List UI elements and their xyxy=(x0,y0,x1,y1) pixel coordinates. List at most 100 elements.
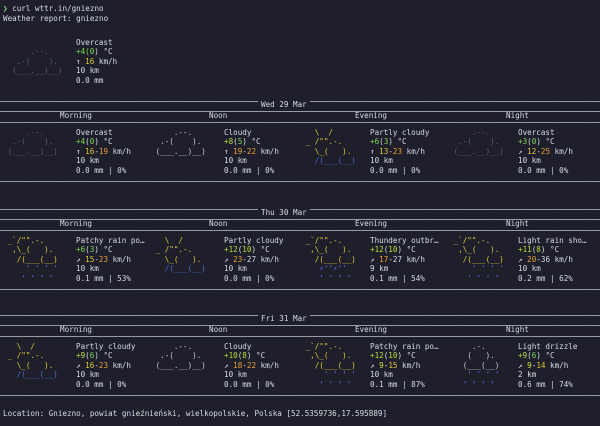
temp-feel: 3 xyxy=(89,245,95,255)
visibility-text: 9 km xyxy=(370,264,389,274)
visibility-text: 10 km xyxy=(518,264,541,274)
temperature-line: +10(8) °C xyxy=(224,351,266,361)
temperature-line: +3(0) °C xyxy=(518,137,555,147)
wind-line: ↗ 12-25 km/h xyxy=(518,146,573,156)
temp-unit: °C xyxy=(540,137,555,147)
precipitation-text: 0.0 mm | 0% xyxy=(76,165,127,175)
temp-unit: °C xyxy=(256,245,270,255)
wind-unit: km/h xyxy=(94,56,118,66)
temp-feel: 8 xyxy=(242,351,247,361)
wind-max: 23 xyxy=(98,254,109,264)
weather-art-line: /(___(__) xyxy=(151,264,211,274)
current-temperature: +4(0) °C xyxy=(76,47,113,56)
precipitation-text: 0.0 mm | 0% xyxy=(224,165,275,175)
report-title: Weather report: gniezno xyxy=(3,14,109,23)
weather-art-line: ‘ ‘ ‘ ‘ xyxy=(3,273,63,283)
wind-arrow-icon: ↗ xyxy=(518,146,523,156)
weather-art-line: ‘ ‘ ‘ ‘ xyxy=(301,273,361,283)
condition-text: Light rain sho… xyxy=(518,236,587,245)
weather-art-line: \_( ). xyxy=(151,254,211,264)
temp-value: +6 xyxy=(370,137,380,147)
temp-value: +10 xyxy=(224,351,238,361)
wind-line: ↑ 19-22 km/h xyxy=(224,146,279,156)
wind-max: 23 xyxy=(98,360,109,370)
temp-value: +6 xyxy=(76,245,86,255)
visibility-text: 10 km xyxy=(518,156,541,166)
precipitation-text: 0.0 mm | 0% xyxy=(518,165,569,175)
condition-text: Overcast xyxy=(518,128,555,137)
temp-feel: 0 xyxy=(89,137,95,147)
current-art-line: .--. xyxy=(3,47,68,57)
period-bottom-border: ────────────────────────────────────────… xyxy=(0,118,600,127)
temp-unit: °C xyxy=(246,137,261,147)
temperature-line: +6(3) °C xyxy=(370,137,407,147)
condition-text: Cloudy xyxy=(224,128,252,137)
temp-unit: °C xyxy=(540,351,555,361)
wind-arrow-icon: ↗ xyxy=(224,360,229,370)
visibility-text: 10 km xyxy=(224,264,247,274)
visibility-text: 10 km xyxy=(76,264,99,274)
current-art-line: (___.__)__) xyxy=(3,66,68,76)
weather-art-line: _`/"".-. xyxy=(301,342,361,351)
weather-art-line: .-( ). xyxy=(3,137,63,147)
temperature-line: +12(10) °C xyxy=(370,351,416,361)
weather-art-line: _ /"".-. xyxy=(3,351,63,361)
condition-text: Thundery outbr… xyxy=(370,236,439,245)
wind-line: ↗ 17-27 km/h xyxy=(370,254,425,264)
wind-max: 19 xyxy=(98,146,109,156)
temp-feel: 8 xyxy=(536,245,541,255)
weather-art-line: .-( ). xyxy=(151,137,211,147)
weather-art-line: ( ). xyxy=(449,351,509,361)
current-condition: Overcast xyxy=(76,38,113,47)
wind-line: ↑ 16-19 km/h xyxy=(76,146,131,156)
condition-text: Patchy rain po… xyxy=(370,342,439,351)
temp-unit: °C xyxy=(402,245,416,255)
precipitation-text: 0.0 mm | 0% xyxy=(224,379,275,389)
condition-text: Overcast xyxy=(76,128,113,137)
weather-art-line: .--. xyxy=(3,128,63,137)
temp-feel: 6 xyxy=(531,351,537,361)
precipitation-text: 0.1 mm | 54% xyxy=(370,273,425,283)
current-visibility: 10 km xyxy=(76,66,99,76)
weather-art-line: _`/"".-. xyxy=(301,236,361,245)
temperature-line: +12(10) °C xyxy=(224,245,270,255)
visibility-text: 2 km xyxy=(518,370,537,380)
temp-unit: °C xyxy=(545,245,560,255)
weather-art-line: (___(__) xyxy=(449,360,509,370)
weather-art-line: _ /"".-. xyxy=(151,245,211,255)
weather-art-line: ⚡‘‘⚡‘‘ xyxy=(301,264,356,274)
weather-art-line: /(___(__) xyxy=(301,254,361,264)
wind-line: ↗ 20-36 km/h xyxy=(518,254,573,264)
current-art-line: .-( ). xyxy=(3,56,68,66)
temp-value: +9 xyxy=(76,351,86,361)
weather-art-line: _`/"".-. xyxy=(449,236,509,245)
current-precipitation: 0.0 mm xyxy=(76,75,104,85)
wind-min: 9 xyxy=(379,360,384,370)
wind-line: ↗ 9-15 km/h xyxy=(370,360,421,370)
command-text: curl wttr.in/gniezno xyxy=(12,4,104,13)
weather-art-line: /(___(__) xyxy=(3,370,63,380)
prompt-symbol: ❯ xyxy=(3,4,8,13)
weather-art-line: .-( ). xyxy=(449,137,509,147)
temperature-line: +11(8) °C xyxy=(518,245,560,255)
terminal-window[interactable]: ❯ curl wttr.in/gniezno Weather report: g… xyxy=(0,0,600,426)
condition-text: Partly cloudy xyxy=(370,128,430,137)
temp-value: +12 xyxy=(370,351,384,361)
period-bottom-border: ────────────────────────────────────────… xyxy=(0,226,600,235)
wind-min: 12 xyxy=(527,146,537,156)
weather-art-line: ‘ ‘ ‘ ‘ xyxy=(301,370,361,380)
weather-art-line: _ /"".-. xyxy=(301,137,361,147)
weather-art-line: (___.__)__) xyxy=(151,146,211,156)
weather-art-line: ‘ ‘ ‘ ‘ xyxy=(3,264,63,274)
wind-arrow-icon: ↗ xyxy=(518,360,523,370)
wind-max: 22 xyxy=(246,360,257,370)
temp-value: +11 xyxy=(518,245,532,255)
weather-art-line: ‘ ‘ ‘ ‘ xyxy=(449,273,509,283)
wind-min: 15 xyxy=(85,254,95,264)
temp-unit: °C xyxy=(98,137,113,147)
visibility-text: 10 km xyxy=(76,156,99,166)
temp-feel: 6 xyxy=(89,351,95,361)
wind-arrow-icon: ↑ xyxy=(224,146,229,156)
temp-unit: °C xyxy=(98,351,113,361)
condition-text: Cloudy xyxy=(224,342,252,351)
